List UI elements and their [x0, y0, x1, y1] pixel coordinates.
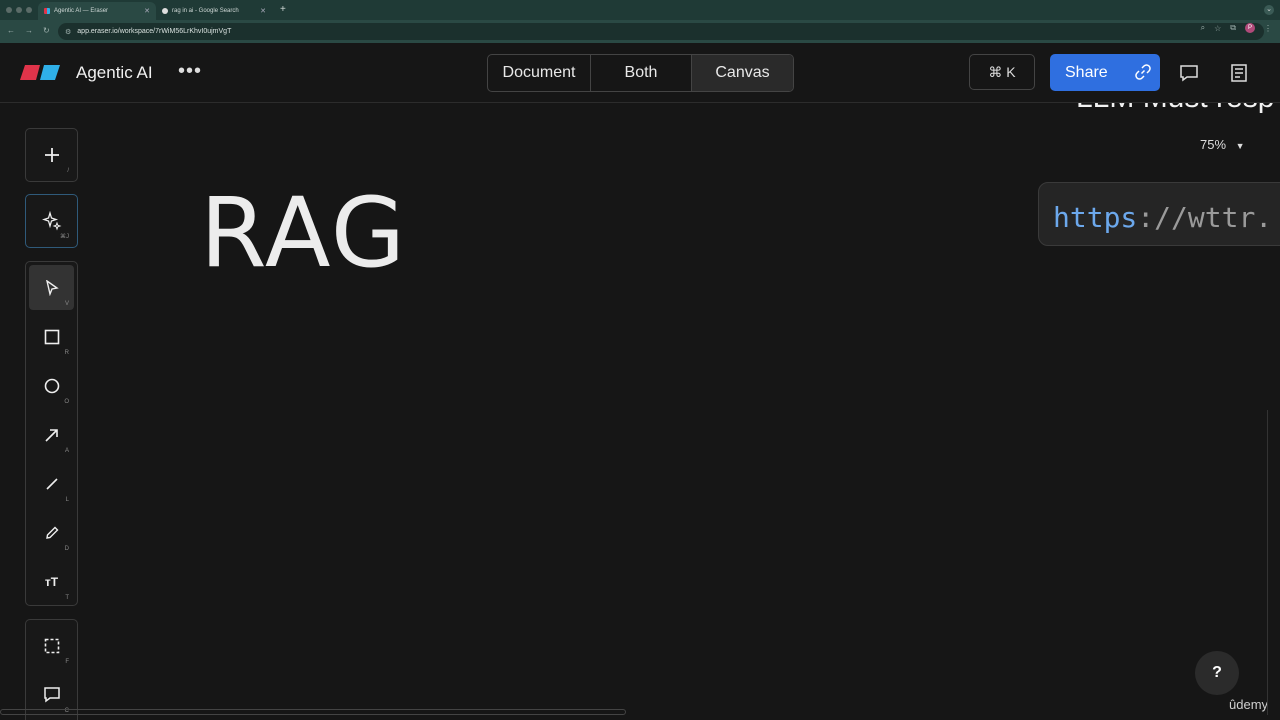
- tab-google-search[interactable]: rag in ai - Google Search ✕: [156, 2, 272, 20]
- forward-icon[interactable]: →: [25, 26, 33, 35]
- drawing-tools-group: V R O A L D ᴛT T: [25, 261, 78, 606]
- reload-icon[interactable]: ↻: [43, 26, 50, 35]
- shortcut-hint: F: [65, 659, 69, 665]
- shortcut-hint: D: [64, 546, 69, 552]
- tab-canvas[interactable]: Canvas: [692, 55, 793, 91]
- sparkle-icon: [41, 210, 61, 230]
- comments-icon[interactable]: [1179, 63, 1199, 83]
- close-window-dot[interactable]: [6, 7, 12, 13]
- url-text: app.eraser.io/workspace/7rWiM56LrKhvI0uj…: [77, 28, 232, 35]
- ellipse-tool-button[interactable]: O: [29, 363, 74, 408]
- frame-icon: [44, 638, 59, 653]
- comment-icon: [43, 686, 60, 702]
- add-tool-group: /: [25, 128, 78, 182]
- shortcut-hint: O: [64, 399, 69, 405]
- outline-panel-icon[interactable]: [1229, 63, 1249, 83]
- text-size-icon: ᴛT: [44, 574, 59, 589]
- google-favicon-icon: [162, 8, 168, 14]
- shortcut-hint: T: [65, 595, 69, 601]
- eraser-favicon-icon: [44, 8, 50, 14]
- add-button[interactable]: /: [29, 132, 74, 177]
- extensions-icon[interactable]: ⧉: [1230, 23, 1236, 33]
- line-icon: [45, 477, 58, 490]
- udemy-watermark: ûdemy: [1229, 697, 1269, 712]
- site-info-icon[interactable]: ⚙: [65, 28, 71, 36]
- rectangle-tool-button[interactable]: R: [29, 314, 74, 359]
- address-bar[interactable]: ⚙ app.eraser.io/workspace/7rWiM56LrKhvI0…: [58, 23, 1264, 40]
- menu-icon[interactable]: ⋮: [1264, 24, 1272, 33]
- plus-icon: [44, 147, 59, 162]
- cursor-icon: [45, 279, 59, 296]
- text-tool-button[interactable]: ᴛT T: [29, 559, 74, 604]
- browser-toolbar: ← → ↻ ⚙ app.eraser.io/workspace/7rWiM56L…: [0, 20, 1280, 43]
- tab-both[interactable]: Both: [591, 55, 692, 91]
- arrow-icon: [44, 428, 58, 442]
- tab-title: rag in ai - Google Search: [172, 8, 239, 14]
- share-label: Share: [1065, 63, 1108, 81]
- zoom-level-dropdown[interactable]: 75% ▼: [1200, 137, 1245, 152]
- code-block[interactable]: https://wttr.: [1038, 182, 1280, 246]
- workspace-title[interactable]: Agentic AI: [76, 63, 153, 83]
- shortcut-hint: A: [64, 448, 69, 454]
- close-tab-icon[interactable]: ✕: [260, 7, 266, 15]
- code-keyword: https: [1053, 201, 1138, 234]
- ai-tool-group: ⌘J: [25, 194, 78, 248]
- horizontal-scrollbar[interactable]: [0, 709, 626, 715]
- circle-icon: [44, 378, 59, 393]
- bookmark-star-icon[interactable]: ☆: [1214, 24, 1221, 33]
- view-mode-switcher: Document Both Canvas: [487, 54, 794, 92]
- zoom-window-dot[interactable]: [26, 7, 32, 13]
- vertical-scrollbar[interactable]: [1267, 410, 1274, 715]
- tab-agentic-ai[interactable]: Agentic AI — Eraser ✕: [38, 2, 156, 20]
- arrow-tool-button[interactable]: A: [29, 412, 74, 457]
- more-options-icon[interactable]: •••: [178, 60, 202, 83]
- profile-avatar[interactable]: P: [1245, 23, 1255, 33]
- command-palette-button[interactable]: ⌘ K: [969, 54, 1035, 90]
- copy-link-icon[interactable]: [1134, 63, 1152, 81]
- frame-tool-button[interactable]: F: [29, 623, 74, 668]
- line-tool-button[interactable]: L: [29, 461, 74, 506]
- ai-generate-button[interactable]: ⌘J: [29, 198, 74, 243]
- shortcut-hint: R: [64, 350, 69, 356]
- app-header: Agentic AI ••• Document Both Canvas ⌘ K …: [0, 43, 1280, 103]
- pencil-icon: [45, 526, 58, 539]
- tab-title: Agentic AI — Eraser: [54, 8, 109, 14]
- rectangle-icon: [44, 329, 59, 344]
- back-icon[interactable]: ←: [7, 26, 15, 35]
- zoom-value: 75%: [1200, 137, 1227, 152]
- tab-document[interactable]: Document: [488, 55, 591, 91]
- tab-search-button[interactable]: ⌄: [1264, 5, 1274, 15]
- drawing-canvas[interactable]: RAG LLM Must resp 75% ▼ https://wttr.: [0, 103, 1280, 720]
- shortcut-hint: /: [67, 168, 69, 174]
- llm-heading-text[interactable]: LLM Must resp: [1076, 103, 1274, 115]
- chevron-down-icon: ▼: [1235, 141, 1245, 151]
- toolbar-icons: ⌕ ☆ ⧉ P ⋮: [1201, 23, 1272, 33]
- zoom-icon[interactable]: ⌕: [1201, 23, 1205, 33]
- rag-handwritten-text[interactable]: RAG: [200, 177, 407, 289]
- shortcut-hint: L: [65, 497, 69, 503]
- close-tab-icon[interactable]: ✕: [144, 7, 150, 15]
- code-text: ://wttr.: [1137, 201, 1273, 234]
- eraser-logo-icon[interactable]: [20, 65, 60, 80]
- share-button[interactable]: Share: [1050, 54, 1160, 91]
- browser-tabstrip: Agentic AI — Eraser ✕ rag in ai - Google…: [0, 0, 1280, 20]
- frame-tools-group: F C: [25, 619, 78, 720]
- select-tool-button[interactable]: V: [29, 265, 74, 310]
- shortcut-hint: ⌘J: [60, 234, 69, 240]
- pencil-tool-button[interactable]: D: [29, 510, 74, 555]
- help-button[interactable]: ?: [1195, 651, 1239, 695]
- minimize-window-dot[interactable]: [16, 7, 22, 13]
- new-tab-button[interactable]: +: [280, 4, 286, 15]
- shortcut-hint: V: [64, 301, 69, 307]
